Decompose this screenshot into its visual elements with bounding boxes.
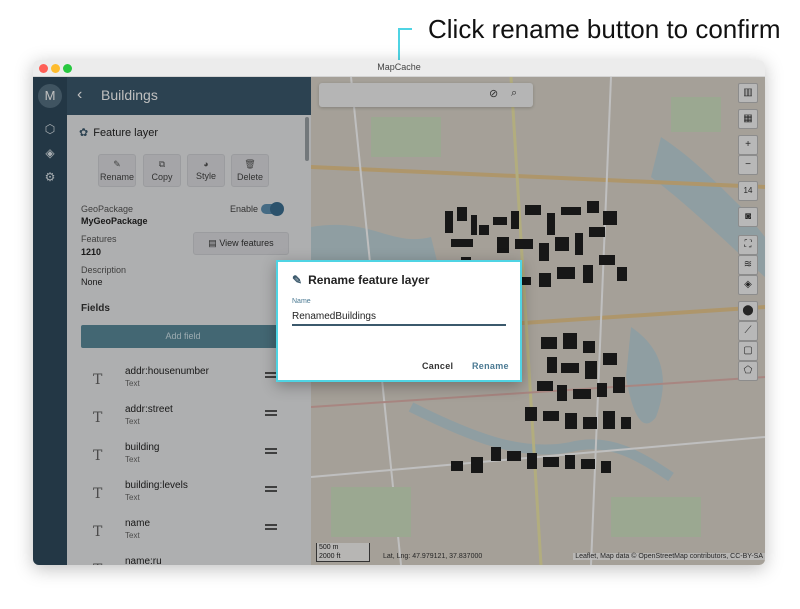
callout-line <box>398 28 412 30</box>
rename-dialog: ✎ Rename feature layer Name Cancel Rename <box>276 260 522 382</box>
instruction-annotation: Click rename button to confirm <box>428 14 781 44</box>
title-bar: MapCache <box>33 60 765 77</box>
dialog-title-text: Rename feature layer <box>308 273 430 287</box>
window-title: MapCache <box>377 62 421 72</box>
pencil-icon: ✎ <box>292 273 303 287</box>
cancel-button[interactable]: Cancel <box>422 361 453 371</box>
dialog-title: ✎ Rename feature layer <box>292 273 429 287</box>
name-field[interactable] <box>292 308 506 326</box>
name-field-label: Name <box>292 298 311 305</box>
rename-button[interactable]: Rename <box>472 361 509 371</box>
